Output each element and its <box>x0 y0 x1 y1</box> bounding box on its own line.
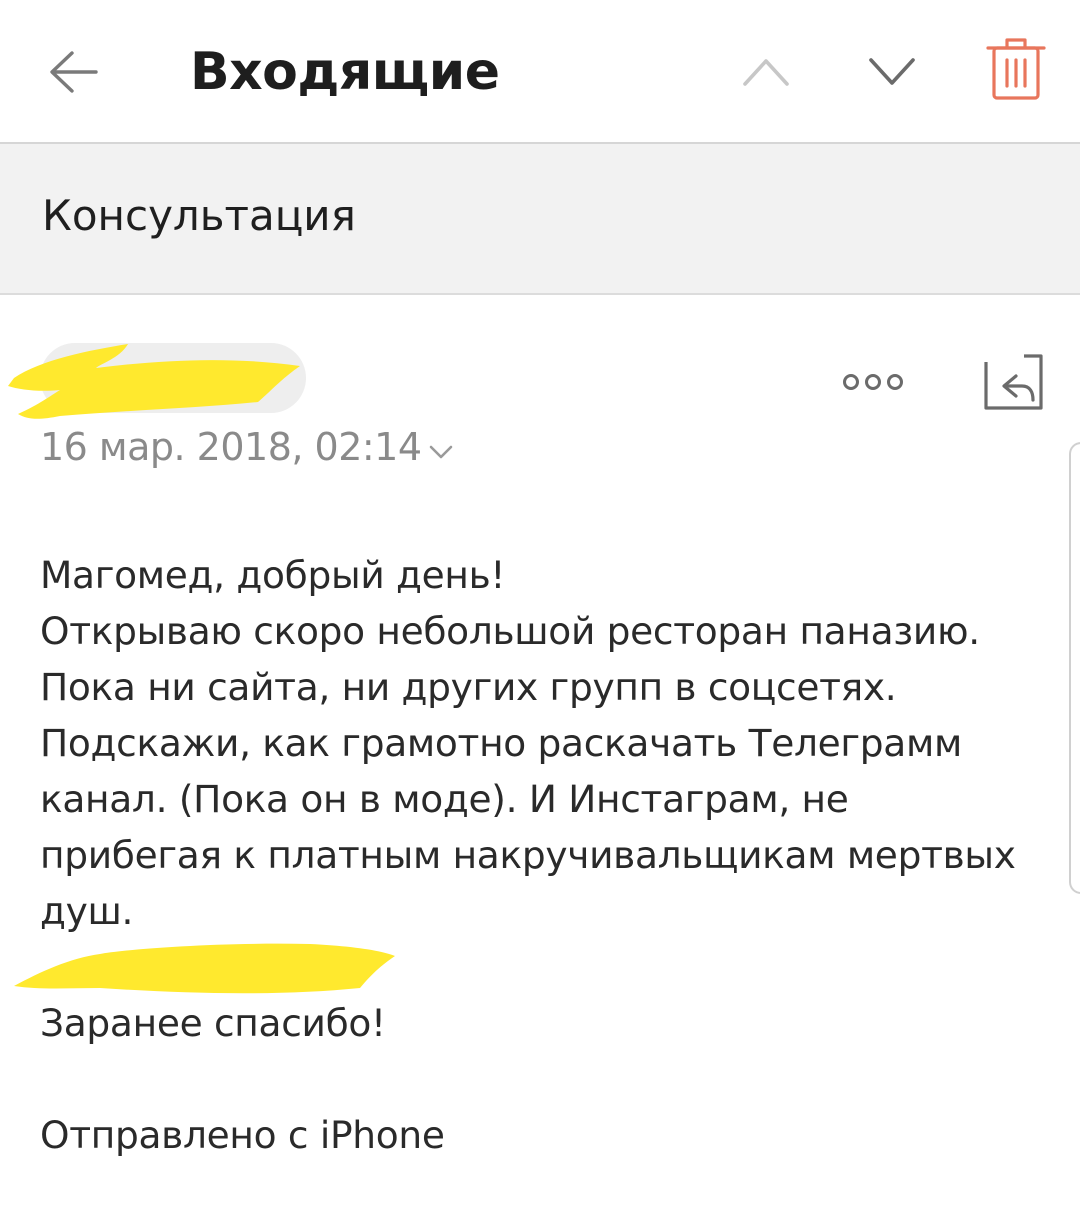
chevron-down-icon <box>869 58 915 85</box>
back-button[interactable] <box>40 38 108 106</box>
chevron-up-icon <box>743 59 789 86</box>
more-icon <box>843 374 903 390</box>
reply-button[interactable] <box>978 350 1048 416</box>
next-message-button[interactable] <box>862 44 922 100</box>
message-closing: Заранее спасибо! <box>40 1001 386 1045</box>
body-redaction <box>14 943 395 994</box>
message-date: 16 мар. 2018, 02:14 <box>40 425 422 469</box>
message-subject: Консультация <box>42 191 356 240</box>
sender-redaction <box>8 344 300 419</box>
arrow-left-icon <box>50 51 98 93</box>
message-body-line: Пока ни сайта, ни других групп в соцсетя… <box>40 665 897 709</box>
chevron-down-icon <box>429 445 452 459</box>
scrollbar[interactable] <box>1069 442 1080 894</box>
message-body-line: канал. (Пока он в моде). И Инстаграм, не <box>40 777 849 821</box>
subject-bar: Консультация <box>0 144 1080 295</box>
message-body-line: Открываю скоро небольшой ресторан панази… <box>40 609 980 653</box>
message-date-toggle[interactable]: 16 мар. 2018, 02:14 <box>40 423 454 471</box>
message-body-line: Магомед, добрый день! <box>40 553 506 597</box>
trash-icon <box>986 38 1046 100</box>
message-body-line: прибегая к платным накручивальщикам мерт… <box>40 833 1016 877</box>
message-body-line: душ. <box>40 889 134 933</box>
app-toolbar: Входящие <box>0 0 1080 144</box>
delete-button[interactable] <box>982 34 1050 106</box>
message-body-line: Подскажи, как грамотно раскачать Телегра… <box>40 721 962 765</box>
previous-message-button[interactable] <box>736 44 796 100</box>
more-button[interactable] <box>838 364 908 400</box>
folder-title: Входящие <box>190 42 500 102</box>
message-signature: Отправлено с iPhone <box>40 1113 445 1157</box>
reply-icon <box>984 354 1043 410</box>
